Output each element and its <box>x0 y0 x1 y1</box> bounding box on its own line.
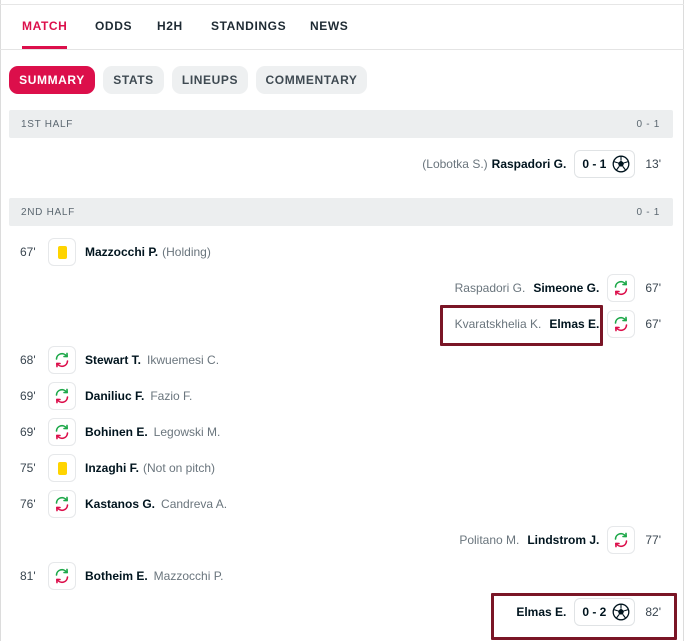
minute: 67' <box>645 317 661 331</box>
soccer-ball-icon <box>612 155 630 173</box>
booking-reason: (Holding) <box>162 245 211 259</box>
tab-odds[interactable]: ODDS <box>95 19 132 33</box>
first-half-header: 1ST HALF 0 - 1 <box>9 110 673 138</box>
minute: 77' <box>645 533 661 547</box>
minute: 67' <box>20 245 36 259</box>
substitution-arrows-icon <box>615 316 628 332</box>
incident-row[interactable]: 69' Daniliuc F. Fazio F. <box>20 379 192 413</box>
minute: 67' <box>645 281 661 295</box>
half-title: 1ST HALF <box>21 119 74 130</box>
player-out: Politano M. <box>459 533 520 547</box>
incident-badge <box>607 526 636 554</box>
incident-row[interactable]: 69' Bohinen E. Legowski M. <box>20 415 220 449</box>
substitution-arrows-icon <box>55 352 69 368</box>
player-in: Lindstrom J. <box>527 533 600 547</box>
incident-row[interactable]: (Lobotka S.) Raspadori G. 0 - 1 13' <box>422 147 661 181</box>
substitution-arrows-icon <box>615 532 628 548</box>
incident-row[interactable]: 68' Stewart T. Ikwuemesi C. <box>20 343 219 377</box>
substitution-arrows-icon <box>55 424 69 440</box>
assist-name: (Lobotka S.) <box>422 157 488 171</box>
tab-standings[interactable]: STANDINGS <box>211 19 286 33</box>
goal-scorer: Raspadori G. <box>491 157 567 171</box>
incident-row[interactable]: Politano M. Lindstrom J. 77' <box>459 523 661 557</box>
subtab-summary[interactable]: SUMMARY <box>9 66 95 94</box>
tab-news[interactable]: NEWS <box>310 19 348 33</box>
yellow-card-icon <box>57 461 67 475</box>
booked-player: Inzaghi F. <box>85 461 139 475</box>
yellow-card-icon <box>57 245 67 259</box>
player-in: Bohinen E. <box>85 425 148 439</box>
player-out: Legowski M. <box>153 425 221 439</box>
half-score: 0 - 1 <box>636 207 660 218</box>
player-in: Kastanos G. <box>85 497 156 511</box>
player-in: Botheim E. <box>85 569 148 583</box>
minute: 76' <box>20 497 36 511</box>
active-tab-indicator <box>22 46 67 49</box>
minute: 69' <box>20 425 36 439</box>
tab-h2h[interactable]: H2H <box>157 19 183 33</box>
player-out: Ikwuemesi C. <box>147 353 220 367</box>
goal-score: 0 - 1 <box>582 157 607 171</box>
minute: 68' <box>20 353 36 367</box>
goal-score-box: 0 - 1 <box>574 150 636 178</box>
booking-reason: (Not on pitch) <box>143 461 216 475</box>
match-tabs: MATCH ODDS H2H STANDINGS NEWS <box>0 5 684 50</box>
substitution-arrows-icon <box>55 388 69 404</box>
minute: 81' <box>20 569 36 583</box>
incident-badge <box>48 382 76 410</box>
frame-border-right <box>683 0 684 641</box>
incident-row[interactable]: 81' Botheim E. Mazzocchi P. <box>20 559 223 593</box>
booked-player: Mazzocchi P. <box>85 245 159 259</box>
incident-badge <box>48 238 76 266</box>
player-out: Fazio F. <box>150 389 193 403</box>
frame-border-left <box>0 0 1 641</box>
player-in: Daniliuc F. <box>85 389 145 403</box>
incident-badge <box>607 310 636 338</box>
incident-badge <box>48 418 76 446</box>
incident-badge <box>48 490 76 518</box>
incident-row[interactable]: 76' Kastanos G. Candreva A. <box>20 487 227 521</box>
substitution-arrows-icon <box>55 568 69 584</box>
subtab-lineups[interactable]: LINEUPS <box>172 66 248 94</box>
incident-badge <box>48 454 76 482</box>
substitution-arrows-icon <box>615 280 628 296</box>
substitution-arrows-icon <box>55 496 69 512</box>
incident-badge <box>48 562 76 590</box>
half-title: 2ND HALF <box>21 207 75 218</box>
minute: 13' <box>645 157 661 171</box>
incident-row[interactable]: Raspadori G. Simeone G. 67' <box>455 271 661 305</box>
player-in: Simeone G. <box>533 281 600 295</box>
player-out: Raspadori G. <box>454 281 526 295</box>
player-out: Mazzocchi P. <box>153 569 224 583</box>
tab-match[interactable]: MATCH <box>22 19 67 33</box>
incident-row[interactable]: 75' Inzaghi F. (Not on pitch) <box>20 451 215 485</box>
highlight-box <box>491 593 677 640</box>
minute: 75' <box>20 461 36 475</box>
player-in: Stewart T. <box>85 353 142 367</box>
player-out: Candreva A. <box>161 497 228 511</box>
subtab-stats[interactable]: STATS <box>103 66 164 94</box>
second-half-header: 2ND HALF 0 - 1 <box>9 198 673 226</box>
half-score: 0 - 1 <box>636 119 660 130</box>
incident-badge <box>48 346 76 374</box>
minute: 69' <box>20 389 36 403</box>
subtab-commentary[interactable]: COMMENTARY <box>256 66 367 94</box>
incident-badge <box>607 274 636 302</box>
highlight-box <box>440 305 603 346</box>
incident-row[interactable]: 67' Mazzocchi P. (Holding) <box>20 235 211 269</box>
